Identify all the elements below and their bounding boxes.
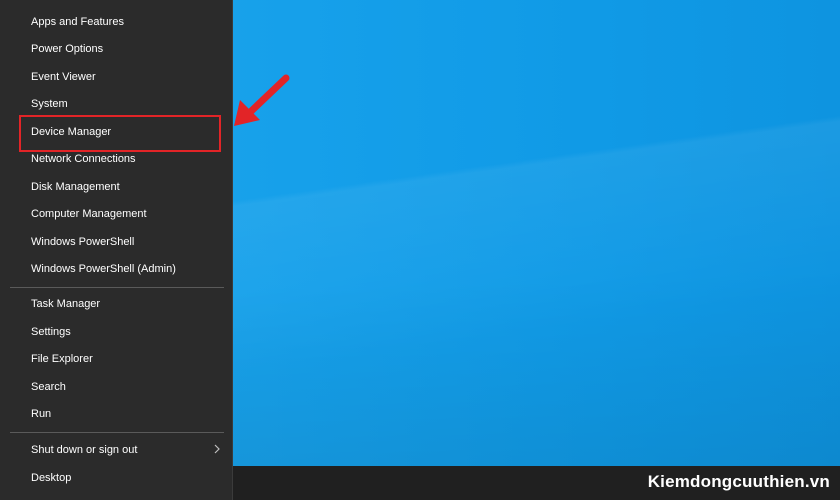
menu-item-label: Shut down or sign out [31, 443, 138, 456]
device-manager-highlight-box [19, 115, 221, 152]
menu-item-windows-powershell[interactable]: Windows PowerShell [0, 228, 232, 255]
menu-item-settings[interactable]: Settings [0, 318, 232, 345]
watermark: Kiemdongcuuthien.vn [647, 472, 830, 491]
menu-item-file-explorer[interactable]: File Explorer [0, 345, 232, 372]
menu-item-label: Apps and Features [31, 15, 124, 28]
menu-item-label: Search [31, 380, 66, 393]
menu-item-label: System [31, 97, 68, 110]
menu-item-power-options[interactable]: Power Options [0, 35, 232, 62]
menu-item-search[interactable]: Search [0, 373, 232, 400]
menu-item-desktop[interactable]: Desktop [0, 464, 232, 491]
menu-item-shut-down-or-sign-out[interactable]: Shut down or sign out [0, 436, 232, 463]
chevron-right-icon [214, 444, 220, 454]
menu-item-event-viewer[interactable]: Event Viewer [0, 63, 232, 90]
menu-item-label: Computer Management [31, 207, 147, 220]
menu-separator [10, 287, 224, 288]
menu-item-label: Desktop [31, 471, 72, 484]
menu-item-task-manager[interactable]: Task Manager [0, 290, 232, 317]
menu-item-windows-powershell-admin[interactable]: Windows PowerShell (Admin) [0, 255, 232, 282]
menu-item-label: Run [31, 407, 52, 420]
menu-item-label: Windows PowerShell (Admin) [31, 262, 176, 275]
menu-item-label: Power Options [31, 42, 104, 55]
menu-item-disk-management[interactable]: Disk Management [0, 173, 232, 200]
menu-item-label: Windows PowerShell [31, 235, 135, 248]
menu-item-label: Task Manager [31, 297, 101, 310]
menu-item-run[interactable]: Run [0, 400, 232, 427]
red-arrow-icon [234, 74, 290, 126]
menu-item-label: Network Connections [31, 152, 136, 165]
menu-item-label: File Explorer [31, 352, 93, 365]
menu-item-computer-management[interactable]: Computer Management [0, 200, 232, 227]
menu-item-system[interactable]: System [0, 90, 232, 117]
quick-link-menu: Apps and Features Power Options Event Vi… [0, 0, 233, 500]
menu-item-label: Settings [31, 325, 71, 338]
menu-item-label: Event Viewer [31, 70, 96, 83]
menu-separator [10, 432, 224, 433]
menu-item-apps-and-features[interactable]: Apps and Features [0, 8, 232, 35]
menu-item-label: Disk Management [31, 180, 120, 193]
